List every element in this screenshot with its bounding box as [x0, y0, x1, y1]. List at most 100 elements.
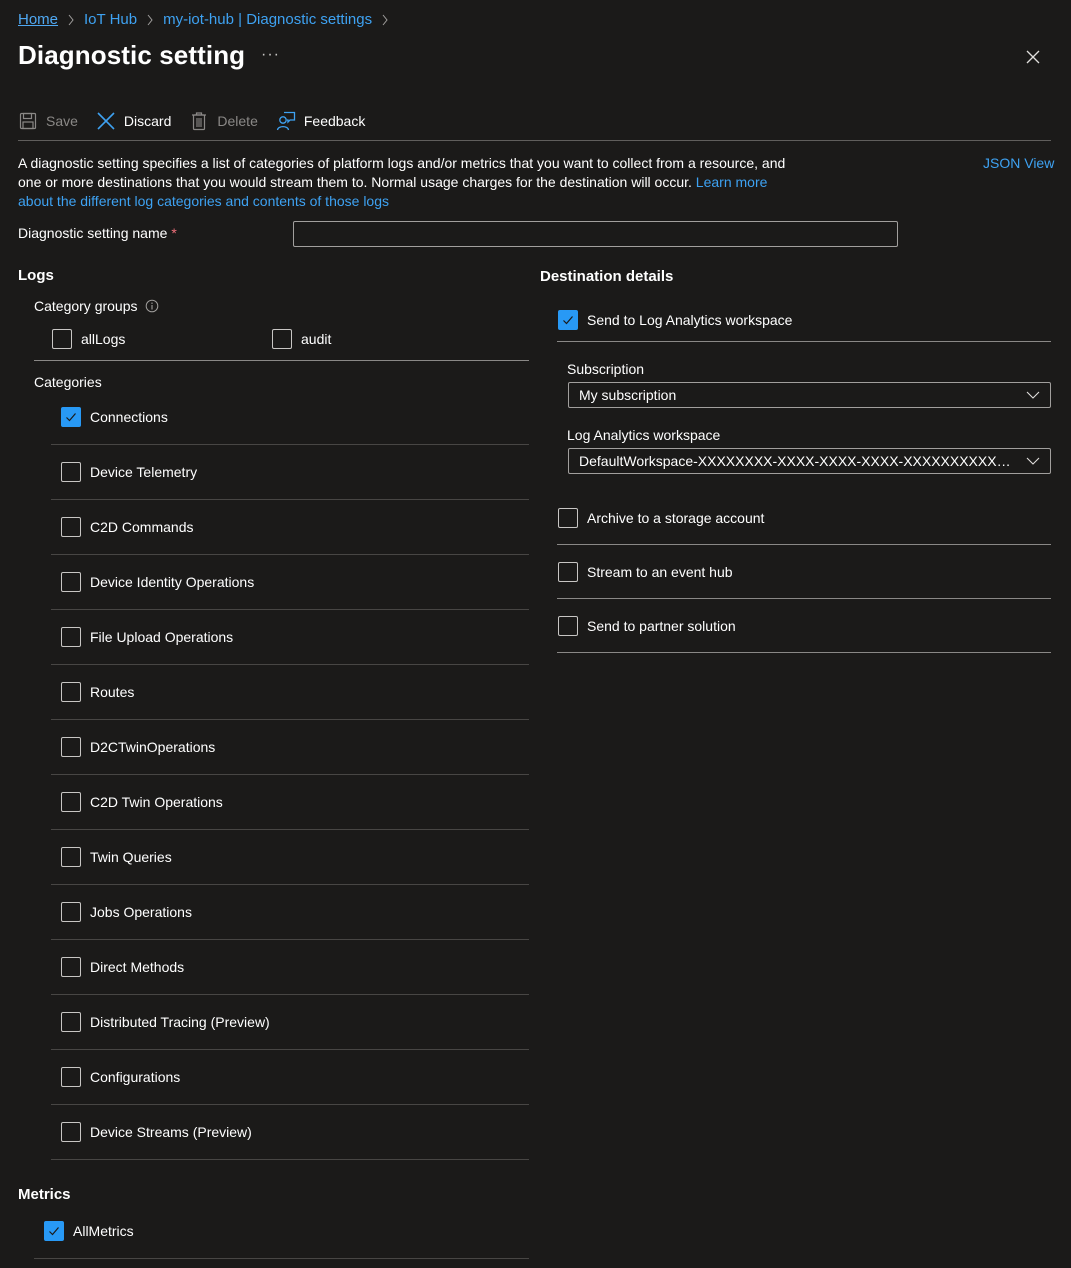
category-checkbox-row[interactable]: Configurations: [61, 1067, 180, 1087]
category-checkbox-row[interactable]: C2D Twin Operations: [61, 792, 223, 812]
breadcrumb: Home IoT Hub my-iot-hub | Diagnostic set…: [18, 11, 398, 28]
metric-allmetrics[interactable]: AllMetrics: [44, 1221, 134, 1241]
more-options-button[interactable]: ···: [261, 46, 280, 64]
category-checkbox-row[interactable]: Device Streams (Preview): [61, 1122, 252, 1142]
category-item[interactable]: C2D Twin Operations: [51, 775, 529, 830]
setting-name-label: Diagnostic setting name *: [18, 225, 177, 241]
destination-storage-account[interactable]: Archive to a storage account: [557, 491, 1051, 545]
destination-event-hub[interactable]: Stream to an event hub: [557, 545, 1051, 599]
checkbox[interactable]: [61, 792, 81, 812]
checkbox[interactable]: [61, 572, 81, 592]
category-item[interactable]: Twin Queries: [51, 830, 529, 885]
save-label: Save: [46, 113, 78, 129]
destination-partner-solution[interactable]: Send to partner solution: [557, 599, 1051, 653]
category-item[interactable]: File Upload Operations: [51, 610, 529, 665]
delete-button[interactable]: Delete: [189, 111, 258, 131]
checkbox[interactable]: [558, 561, 578, 582]
category-group-audit[interactable]: audit: [272, 329, 331, 349]
category-item[interactable]: Jobs Operations: [51, 885, 529, 940]
checkbox[interactable]: [61, 682, 81, 702]
checkbox[interactable]: [272, 329, 292, 349]
category-item[interactable]: Device Identity Operations: [51, 555, 529, 610]
checkbox[interactable]: [44, 1221, 64, 1241]
checkbox[interactable]: [61, 627, 81, 647]
close-button[interactable]: [1022, 46, 1044, 68]
category-checkbox-row[interactable]: Device Identity Operations: [61, 572, 254, 592]
category-checkbox-row[interactable]: Routes: [61, 682, 134, 702]
storage-account-option[interactable]: Archive to a storage account: [558, 507, 764, 528]
category-checkbox-row[interactable]: Device Telemetry: [61, 462, 197, 482]
save-button[interactable]: Save: [18, 111, 78, 131]
json-view-link[interactable]: JSON View: [983, 154, 1054, 173]
category-label: Distributed Tracing (Preview): [90, 1014, 270, 1030]
breadcrumb-diagnostic-settings-link[interactable]: my-iot-hub | Diagnostic settings: [163, 11, 372, 28]
feedback-button[interactable]: Feedback: [276, 111, 365, 131]
category-checkbox-row[interactable]: File Upload Operations: [61, 627, 233, 647]
category-item[interactable]: Distributed Tracing (Preview): [51, 995, 529, 1050]
category-label: Direct Methods: [90, 959, 185, 975]
chevron-right-icon: [146, 14, 154, 26]
event-hub-option[interactable]: Stream to an event hub: [558, 561, 733, 582]
category-checkbox-row[interactable]: Twin Queries: [61, 847, 172, 867]
checkbox[interactable]: [61, 737, 81, 757]
category-item[interactable]: Configurations: [51, 1050, 529, 1105]
category-item[interactable]: Connections: [51, 390, 529, 445]
category-checkbox-row[interactable]: Distributed Tracing (Preview): [61, 1012, 270, 1032]
category-groups-label: Category groups: [34, 298, 159, 314]
description: A diagnostic setting specifies a list of…: [18, 154, 788, 211]
category-checkbox-row[interactable]: Direct Methods: [61, 957, 184, 977]
checkbox-label: AllMetrics: [73, 1223, 134, 1239]
save-icon: [18, 111, 38, 131]
checkbox[interactable]: [61, 1067, 81, 1087]
checkbox[interactable]: [61, 462, 81, 482]
category-item[interactable]: Device Streams (Preview): [51, 1105, 529, 1160]
category-checkbox-row[interactable]: Connections: [61, 407, 168, 427]
categories-list: Connections Device Telemetry C2D Commands D…: [51, 390, 529, 1160]
checkbox-label: audit: [301, 331, 332, 347]
required-marker: *: [171, 225, 177, 241]
category-checkbox-row[interactable]: C2D Commands: [61, 517, 193, 537]
page-title: Diagnostic setting: [18, 40, 246, 70]
partner-solution-option[interactable]: Send to partner solution: [558, 615, 736, 636]
breadcrumb-iot-hub-link[interactable]: IoT Hub: [84, 11, 137, 28]
log-analytics-divider: [557, 341, 1051, 342]
category-label: Twin Queries: [90, 849, 172, 865]
setting-name-input[interactable]: [293, 221, 898, 247]
category-item[interactable]: C2D Commands: [51, 500, 529, 555]
checkbox[interactable]: [558, 507, 578, 528]
category-item[interactable]: D2CTwinOperations: [51, 720, 529, 775]
discard-label: Discard: [123, 113, 172, 129]
checkbox[interactable]: [61, 1122, 81, 1142]
toolbar-divider: [18, 140, 1051, 141]
checkbox[interactable]: [52, 329, 72, 349]
category-label: Jobs Operations: [90, 904, 192, 920]
category-group-alllogs[interactable]: allLogs: [52, 329, 125, 349]
category-label: Device Identity Operations: [90, 574, 255, 590]
checkbox[interactable]: [61, 847, 81, 867]
checkbox[interactable]: [61, 902, 81, 922]
categories-label: Categories: [34, 374, 102, 390]
metrics-heading: Metrics: [18, 1186, 71, 1203]
category-item[interactable]: Routes: [51, 665, 529, 720]
subscription-dropdown[interactable]: My subscription: [568, 382, 1051, 408]
category-groups-divider: [34, 360, 529, 361]
checkbox[interactable]: [558, 615, 578, 636]
checkbox-label: Send to partner solution: [587, 617, 736, 634]
checkbox[interactable]: [61, 957, 81, 977]
category-label: Device Telemetry: [90, 464, 198, 480]
checkbox[interactable]: [558, 310, 578, 330]
info-icon[interactable]: [145, 299, 159, 313]
category-item[interactable]: Direct Methods: [51, 940, 529, 995]
checkbox[interactable]: [61, 407, 81, 427]
logs-heading: Logs: [18, 267, 54, 284]
checkbox[interactable]: [61, 517, 81, 537]
workspace-value: DefaultWorkspace-XXXXXXXX-XXXX-XXXX-XXXX…: [579, 453, 1019, 469]
breadcrumb-home-link[interactable]: Home: [18, 11, 58, 28]
checkbox[interactable]: [61, 1012, 81, 1032]
category-checkbox-row[interactable]: D2CTwinOperations: [61, 737, 215, 757]
discard-button[interactable]: Discard: [96, 111, 171, 131]
category-checkbox-row[interactable]: Jobs Operations: [61, 902, 192, 922]
category-item[interactable]: Device Telemetry: [51, 445, 529, 500]
destination-log-analytics[interactable]: Send to Log Analytics workspace: [558, 310, 792, 330]
workspace-dropdown[interactable]: DefaultWorkspace-XXXXXXXX-XXXX-XXXX-XXXX…: [568, 448, 1051, 474]
